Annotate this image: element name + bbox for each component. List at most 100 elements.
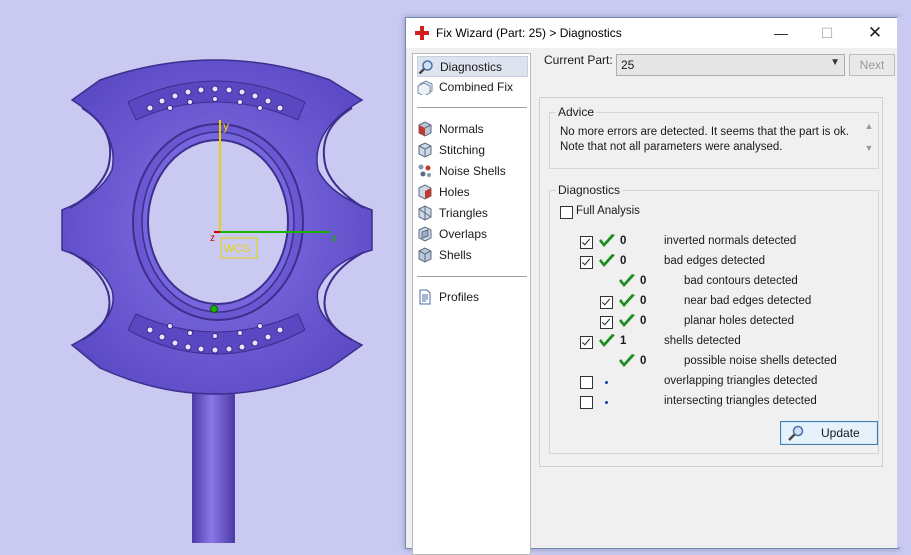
nav-item-noise-shells[interactable]: Noise Shells — [417, 161, 527, 180]
diagnostic-label: bad edges detected — [664, 255, 766, 267]
nav-item-label: Holes — [439, 184, 470, 199]
document-icon — [419, 289, 431, 304]
diagnostic-checkbox[interactable] — [580, 336, 593, 349]
wizard-nav-panel: Diagnostics Combined Fix Normals Stitchi… — [412, 53, 531, 555]
window-title: Fix Wizard (Part: 25) > Diagnostics — [436, 26, 622, 40]
nav-item-label: Shells — [439, 247, 472, 262]
green-check-icon — [599, 334, 615, 347]
magnifier-icon — [418, 59, 433, 74]
update-button-label: Update — [821, 426, 860, 440]
nav-item-triangles[interactable]: Triangles — [417, 203, 527, 222]
nav-item-label: Diagnostics — [440, 59, 503, 74]
overlaps-cube-icon — [418, 225, 432, 242]
diagnostics-title: Diagnostics — [556, 183, 623, 197]
green-check-icon — [619, 274, 635, 287]
next-button[interactable]: Next — [849, 54, 895, 76]
scroll-up-icon[interactable]: ▲ — [862, 121, 876, 131]
3d-viewport[interactable]: y x z WCS — [0, 0, 405, 543]
diagnostic-count: 0 — [620, 235, 627, 247]
advice-title: Advice — [556, 105, 597, 119]
nav-item-label: Triangles — [439, 205, 488, 220]
nav-item-label: Noise Shells — [439, 163, 506, 178]
diagnostic-label: planar holes detected — [684, 315, 794, 327]
diagnostics-group: Diagnostics Full Analysis 0 inverted norm… — [549, 183, 879, 454]
status-dot — [605, 381, 608, 384]
current-part-select[interactable]: 25 ▼ — [616, 54, 845, 76]
nav-item-holes[interactable]: Holes — [417, 182, 527, 201]
status-dot — [605, 401, 608, 404]
nav-item-stitching[interactable]: Stitching — [417, 140, 527, 159]
diagnostic-label: possible noise shells detected — [684, 355, 837, 367]
background-edge — [897, 17, 911, 547]
model-stem — [192, 380, 235, 543]
normals-cube-icon — [418, 120, 432, 137]
diagnostic-checkbox[interactable] — [580, 236, 593, 249]
green-check-icon — [619, 294, 635, 307]
diagnostic-label: bad contours detected — [684, 275, 798, 287]
nav-item-label: Profiles — [439, 289, 480, 304]
ring-model-view[interactable]: y x z WCS — [0, 0, 405, 543]
diagnostic-label: overlapping triangles detected — [664, 375, 818, 387]
nav-item-combined-fix[interactable]: Combined Fix — [417, 77, 527, 96]
green-check-icon — [619, 314, 635, 327]
diagnostic-checkbox[interactable] — [580, 396, 593, 409]
nav-item-profiles[interactable]: Profiles — [417, 287, 527, 306]
diagnostic-count: 0 — [640, 355, 647, 367]
advice-scrollbar[interactable]: ▲ ▼ — [862, 121, 876, 165]
chevron-down-icon: ▼ — [830, 57, 840, 68]
shells-cube-icon — [418, 246, 432, 263]
close-button[interactable]: ✕ — [852, 18, 898, 48]
magnifier-icon — [788, 425, 804, 441]
red-cross-icon — [415, 26, 429, 40]
green-check-icon — [599, 234, 615, 247]
holes-cube-icon — [418, 183, 432, 200]
diagnostic-count: 0 — [620, 255, 627, 267]
advice-line: No more errors are detected. It seems th… — [560, 126, 849, 138]
diagnostic-count: 0 — [640, 315, 647, 327]
fix-wizard-dialog: Fix Wizard (Part: 25) > Diagnostics — ☐ … — [405, 17, 899, 555]
diagnostic-count: 1 — [620, 335, 627, 347]
current-part-value: 25 — [621, 58, 635, 72]
nav-item-label: Combined Fix — [439, 79, 514, 94]
bezel-opening — [147, 139, 289, 305]
nav-item-label: Overlaps — [439, 226, 488, 241]
title-bar[interactable]: Fix Wizard (Part: 25) > Diagnostics — ☐ … — [406, 18, 898, 48]
nav-item-normals[interactable]: Normals — [417, 119, 527, 138]
diagnostic-checkbox[interactable] — [600, 296, 613, 309]
diagnostic-checkbox[interactable] — [580, 256, 593, 269]
results-group: Advice No more errors are detected. It s… — [539, 97, 883, 467]
diagnostic-label: intersecting triangles detected — [664, 395, 817, 407]
nav-divider — [417, 276, 527, 277]
combined-fix-icon — [417, 79, 433, 95]
minimize-button[interactable]: — — [758, 18, 804, 48]
diagnostic-label: near bad edges detected — [684, 295, 812, 307]
advice-group: Advice No more errors are detected. It s… — [549, 105, 879, 169]
noise-shells-icon — [418, 164, 431, 177]
diagnostic-checkbox[interactable] — [600, 316, 613, 329]
maximize-button[interactable]: ☐ — [804, 18, 850, 48]
diagnostic-checkbox[interactable] — [580, 376, 593, 389]
x-axis-label: x — [331, 231, 337, 245]
nav-item-label: Normals — [439, 121, 484, 136]
wcs-label: WCS — [224, 243, 250, 255]
nav-item-overlaps[interactable]: Overlaps — [417, 224, 527, 243]
z-axis-label: z — [210, 233, 215, 244]
full-analysis-label: Full Analysis — [576, 205, 640, 217]
green-check-icon — [599, 254, 615, 267]
diagnostic-count: 0 — [640, 295, 647, 307]
nav-item-diagnostics[interactable]: Diagnostics — [417, 56, 528, 77]
nav-item-shells[interactable]: Shells — [417, 245, 527, 264]
diagnostic-label: inverted normals detected — [664, 235, 797, 247]
diagnostics-pane: Current Part: 25 ▼ Next Advice No more e… — [531, 48, 898, 548]
advice-line: Note that not all parameters were analys… — [560, 141, 783, 153]
y-axis-label: y — [223, 119, 229, 133]
full-analysis-checkbox[interactable] — [560, 206, 573, 219]
diagnostic-count: 0 — [640, 275, 647, 287]
nav-divider — [417, 107, 527, 108]
current-part-label: Current Part: — [544, 53, 613, 67]
triangles-cube-icon — [418, 204, 432, 221]
update-button[interactable]: Update — [780, 421, 878, 445]
scroll-down-icon[interactable]: ▼ — [862, 143, 876, 153]
pivot-point — [210, 305, 218, 313]
diagnostic-label: shells detected — [664, 335, 741, 347]
